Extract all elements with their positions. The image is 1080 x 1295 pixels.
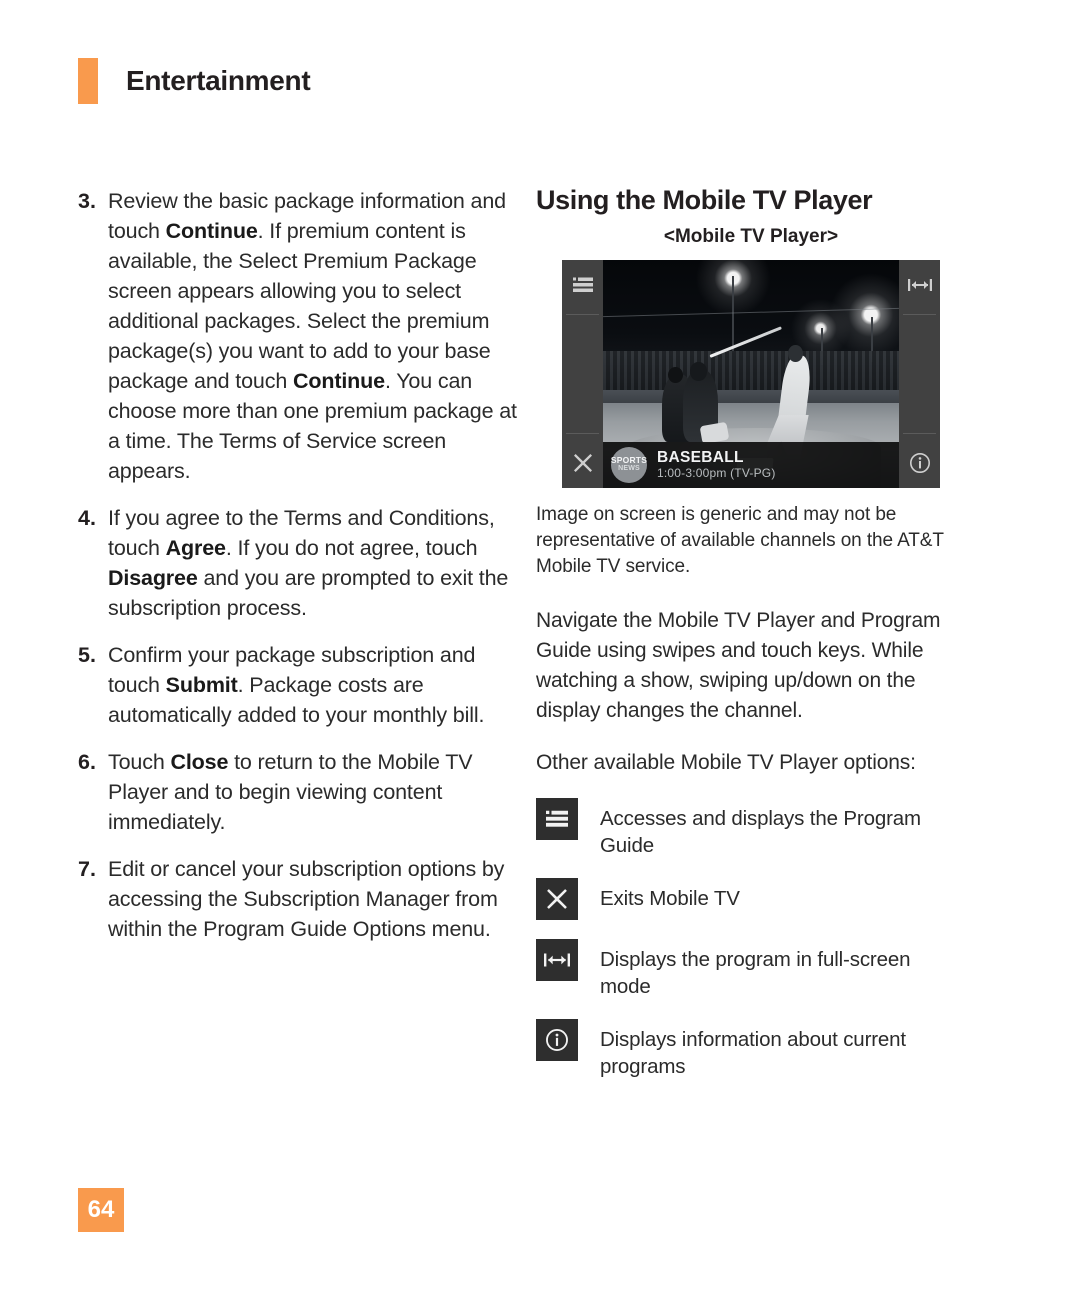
option-item: Displays information about current progr…	[536, 1018, 966, 1080]
player-options-list: Accesses and displays the Program Guide E…	[536, 797, 966, 1080]
option-item: Displays the program in full-screen mode	[536, 938, 966, 1000]
info-icon	[536, 1018, 578, 1061]
mobile-tv-player: SPORTS NEWS BASEBALL 1:00-3:00pm (TV-PG)	[562, 259, 940, 488]
option-item: Exits Mobile TV	[536, 877, 966, 920]
step-item: 6. Touch Close to return to the Mobile TV…	[78, 747, 523, 837]
umpire-head	[668, 366, 683, 383]
step-number: 3.	[78, 189, 96, 213]
rail-divider	[903, 432, 936, 434]
channel-logo-line1: SPORTS	[610, 455, 648, 466]
step-item: 5. Confirm your package subscription and …	[78, 640, 523, 730]
emphasis-term: Disagree	[108, 566, 198, 590]
numbered-step-list: 3. Review the basic package information a…	[78, 186, 523, 944]
step-text: If you agree to the Terms and Conditions…	[108, 503, 523, 623]
option-label: Exits Mobile TV	[600, 886, 740, 910]
step-text: Review the basic package information and…	[108, 186, 523, 486]
step-text-run: Edit or cancel your subscription options…	[108, 857, 505, 941]
program-guide-icon	[536, 797, 578, 840]
step-item: 4. If you agree to the Terms and Conditio…	[78, 503, 523, 623]
step-text-run: . If premium content is available, the S…	[108, 219, 491, 393]
info-icon[interactable]	[907, 450, 933, 476]
player-left-rail	[562, 259, 603, 488]
player-right-rail	[899, 259, 940, 488]
option-label: Displays the program in full-screen mode	[600, 947, 911, 998]
program-guide-icon[interactable]	[570, 272, 596, 298]
step-number: 5.	[78, 643, 96, 667]
figure-note: Image on screen is generic and may not b…	[536, 503, 944, 577]
player-video-screen[interactable]: SPORTS NEWS BASEBALL 1:00-3:00pm (TV-PG)	[603, 259, 899, 488]
step-number: 7.	[78, 857, 96, 881]
rail-divider	[566, 432, 599, 434]
emphasis-term: Close	[170, 750, 229, 774]
channel-logo-line2: NEWS	[618, 465, 640, 473]
emphasis-term: Agree	[165, 536, 226, 560]
body-paragraph-2: Other available Mobile TV Player options…	[536, 750, 916, 774]
program-text: BASEBALL 1:00-3:00pm (TV-PG)	[657, 449, 776, 481]
channel-logo: SPORTS NEWS	[610, 446, 648, 483]
step-text: Confirm your package subscription and to…	[108, 640, 523, 730]
option-label: Displays information about current progr…	[600, 1027, 906, 1078]
fullscreen-icon	[536, 938, 578, 981]
left-column: 3. Review the basic package information a…	[78, 186, 523, 961]
rail-divider	[566, 313, 599, 315]
step-number: 6.	[78, 750, 96, 774]
fullscreen-icon[interactable]	[907, 272, 933, 298]
emphasis-term: Continue	[165, 219, 258, 243]
figure-caption: <Mobile TV Player>	[663, 225, 839, 247]
step-text: Edit or cancel your subscription options…	[108, 854, 523, 944]
step-text-run: Touch	[108, 750, 171, 774]
step-item: 3. Review the basic package information a…	[78, 186, 523, 486]
emphasis-term: Continue	[292, 369, 385, 393]
step-text: Touch Close to return to the Mobile TV P…	[108, 747, 523, 837]
option-item: Accesses and displays the Program Guide	[536, 797, 966, 859]
mobile-tv-player-figure: SPORTS NEWS BASEBALL 1:00-3:00pm (TV-PG)	[536, 259, 966, 488]
option-label: Accesses and displays the Program Guide	[600, 806, 921, 857]
body-paragraph-1: Navigate the Mobile TV Player and Progra…	[536, 608, 941, 722]
page-header: Entertainment	[78, 58, 311, 104]
close-icon	[536, 877, 578, 920]
page-number-badge: 64	[78, 1188, 124, 1232]
program-title: BASEBALL	[657, 448, 744, 466]
program-info-bar: SPORTS NEWS BASEBALL 1:00-3:00pm (TV-PG)	[603, 441, 899, 488]
program-time: 1:00-3:00pm (TV-PG)	[657, 465, 776, 480]
close-icon[interactable]	[570, 450, 596, 476]
section-heading: Using the Mobile TV Player	[536, 185, 873, 215]
emphasis-term: Submit	[165, 673, 238, 697]
rail-divider	[903, 313, 936, 315]
step-number: 4.	[78, 506, 96, 530]
light-pole	[731, 275, 734, 354]
right-column: Using the Mobile TV Player <Mobile TV Pl…	[536, 185, 966, 1099]
step-item: 7. Edit or cancel your subscription optio…	[78, 854, 523, 944]
step-text-run: . If you do not agree, touch	[225, 536, 478, 560]
catcher-head	[690, 362, 707, 381]
page-title: Entertainment	[126, 65, 311, 96]
batter-helmet	[788, 345, 803, 363]
header-accent-bar	[78, 58, 98, 104]
